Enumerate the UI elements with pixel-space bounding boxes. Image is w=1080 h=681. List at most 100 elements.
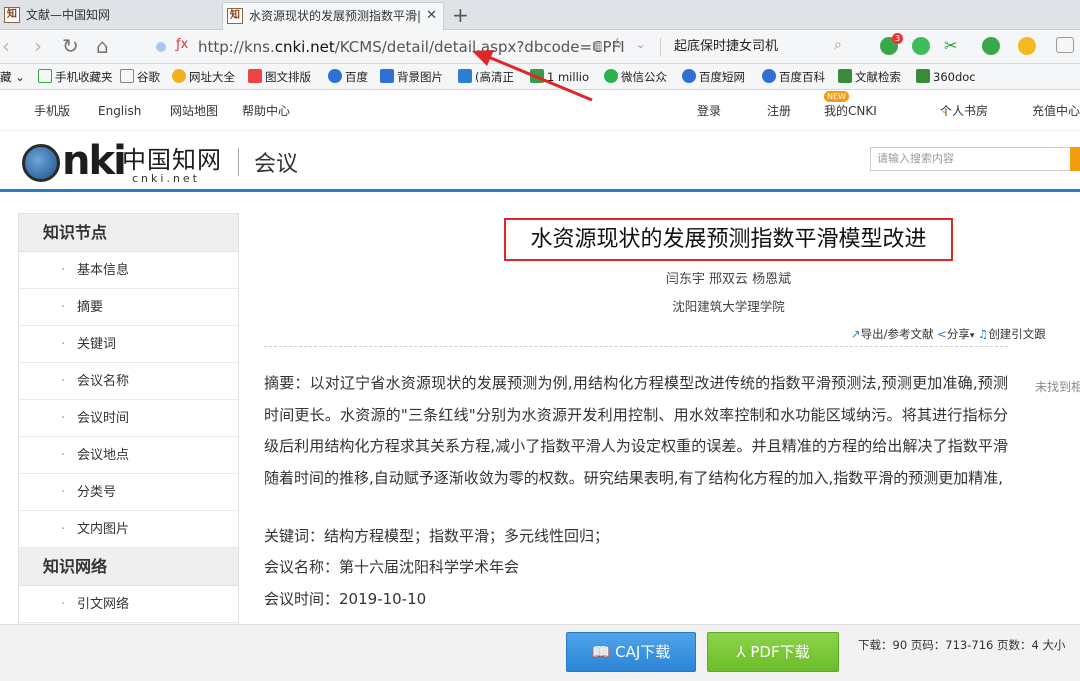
bookmark-item[interactable]: 360doc [916, 64, 976, 89]
sidebar-item-conf-time[interactable]: 会议时间 [19, 400, 238, 437]
scissors-icon[interactable]: ✂ [944, 36, 957, 55]
file-icon [120, 69, 134, 83]
bookmark-item[interactable]: 1 millio [530, 64, 589, 89]
bookmark-item[interactable]: (高清正 [458, 64, 514, 89]
article-institution[interactable]: 沈阳建筑大学理学院 [504, 297, 953, 317]
tab-label: 水资源现状的发展预测指数平滑| [249, 9, 422, 23]
sitemap-link[interactable]: 网站地图 [170, 91, 218, 131]
wechat-icon [604, 69, 618, 83]
bookmark-item[interactable]: 文献检索 [838, 64, 901, 89]
chevron-down-icon[interactable]: ⌄ [636, 38, 645, 51]
globe-logo-icon [22, 144, 60, 182]
bookmark-item[interactable]: 百度短网 [682, 64, 745, 89]
doc-icon [838, 69, 852, 83]
logo-cn-text: 中国知网 [122, 146, 222, 174]
tab-bar: 知文献—中国知网 知水资源现状的发展预测指数平滑| ✕ + [0, 0, 1080, 30]
notification-badge: 3 [892, 33, 903, 44]
sidebar-item-conf-location[interactable]: 会议地点 [19, 437, 238, 474]
url-path: /KCMS/detail/detail.aspx?dbcode=CPFI [334, 38, 625, 56]
bookmark-item[interactable]: 百度百科 [762, 64, 825, 89]
sidebar-item-keywords[interactable]: 关键词 [19, 326, 238, 363]
register-link[interactable]: 注册 [767, 91, 791, 131]
emoji-icon[interactable] [1018, 37, 1036, 55]
grid-icon[interactable]: ▦ [592, 39, 602, 52]
sidebar-item-classification[interactable]: 分类号 [19, 474, 238, 511]
search-button[interactable] [1070, 147, 1080, 171]
export-button[interactable]: 导出/参考文献 [861, 327, 934, 341]
help-link[interactable]: 帮助中心 [242, 91, 290, 131]
cite-button[interactable]: 创建引文跟 [988, 327, 1046, 341]
pdf-download-button[interactable]: ⅄ PDF下载 [707, 632, 839, 672]
english-link[interactable]: English [98, 91, 141, 131]
paw-icon [328, 69, 342, 83]
url-domain: cnki.net [274, 38, 335, 56]
bookmark-item[interactable]: 图文排版 [248, 64, 311, 89]
site-info-icon[interactable] [156, 42, 166, 52]
k-icon [380, 69, 394, 83]
sidebar-heading-knowledge-nodes: 知识节点 [19, 214, 238, 252]
conference-time: 会议时间：2019-10-10 [264, 590, 427, 608]
sidebar-item-citation-network[interactable]: 引文网络 [19, 586, 238, 623]
book-icon: 📖 [591, 643, 611, 661]
sidebar-item-basic-info[interactable]: 基本信息 [19, 252, 238, 289]
download-info: 下载：90 页码：713-716 页数：4 大小 [858, 638, 1066, 652]
bookmark-item[interactable]: 网址大全 [172, 64, 235, 89]
bookmark-item[interactable]: 藏 ⌄ [0, 64, 25, 89]
tool-icon [248, 69, 262, 83]
bookmark-item[interactable]: 手机收藏夹 [38, 64, 113, 89]
caj-download-button[interactable]: 📖 CAJ下载 [566, 632, 696, 672]
sidebar-item-abstract[interactable]: 摘要 [19, 289, 238, 326]
bookmark-item[interactable]: 谷歌 [120, 64, 160, 89]
back-icon[interactable]: ‹ [2, 34, 10, 58]
conference-name: 会议名称：第十六届沈阳科学学术年会 [264, 558, 520, 576]
share-button[interactable]: 分享 [947, 327, 970, 341]
tab-cnki-literature[interactable]: 知文献—中国知网 [0, 2, 210, 30]
cnki-logo[interactable]: nki 中国知网 cnki.net [22, 138, 227, 186]
recharge-link[interactable]: 充值中心 [1032, 91, 1080, 131]
site-search-input[interactable]: 请输入搜索内容 [870, 147, 1080, 171]
site-top-nav: 手机版 English 网站地图 帮助中心 登录 ⌄ 注册 我的CNKI NEW… [0, 91, 1080, 131]
share-icon: < [937, 327, 947, 341]
export-icon: ↗ [851, 327, 861, 341]
article-authors[interactable]: 闫东宇 邢双云 杨恩斌 [504, 270, 953, 290]
article-abstract: 摘要：以对辽宁省水资源现状的发展预测为例,用结构化方程模型改进传统的指数平滑预测… [264, 374, 1008, 487]
paw-icon [762, 69, 776, 83]
sidebar-item-figures[interactable]: 文内图片 [19, 511, 238, 548]
sidebar-item-conf-name[interactable]: 会议名称 [19, 363, 238, 400]
divider [660, 38, 661, 56]
mobile-link[interactable]: 手机版 [34, 91, 70, 131]
sidebar: 知识节点 基本信息 摘要 关键词 会议名称 会议时间 会议地点 分类号 文内图片… [18, 213, 239, 628]
lightning-icon[interactable]: ϟ [614, 37, 623, 52]
tab-article[interactable]: 知水资源现状的发展预测指数平滑| ✕ [222, 2, 444, 30]
account-icon[interactable] [1056, 37, 1074, 53]
browser-window: 知文献—中国知网 知水资源现状的发展预测指数平滑| ✕ + ‹ › ↻ ⌂ ƒx… [0, 0, 1080, 681]
close-tab-icon[interactable]: ✕ [426, 3, 437, 29]
insecure-icon[interactable]: ƒx [176, 37, 188, 52]
logo-net-text: cnki.net [132, 172, 200, 185]
header-divider [238, 148, 239, 176]
chevron-down-icon: ⌄ [940, 105, 949, 116]
cnki-favicon-icon: 知 [227, 8, 243, 24]
url-prefix: http://kns. [198, 38, 275, 56]
bookmark-item[interactable]: 百度 [328, 64, 368, 89]
doc-icon [916, 69, 930, 83]
bookmark-item[interactable]: 背景图片 [380, 64, 443, 89]
translate-icon[interactable] [982, 37, 1000, 55]
side-note: 未找到相 [1035, 380, 1080, 394]
bookmark-item[interactable]: 微信公众 [604, 64, 667, 89]
bell-icon: ♫ [978, 327, 989, 341]
extension-chat-icon[interactable] [912, 37, 930, 55]
globe-icon [172, 69, 186, 83]
search-icon[interactable]: ⌕ [834, 37, 842, 53]
new-badge: NEW [824, 91, 849, 102]
reload-icon[interactable]: ↻ [62, 34, 79, 58]
download-bar: 📖 CAJ下载 ⅄ PDF下载 下载：90 页码：713-716 页数：4 大小 [0, 624, 1080, 681]
forward-icon[interactable]: › [34, 34, 42, 58]
new-tab-button[interactable]: + [452, 2, 469, 28]
pdf-icon: ⅄ [736, 643, 746, 661]
section-title: 会议 [254, 152, 299, 177]
chevron-down-icon: ⌄ [697, 105, 706, 116]
navigation-bar: ‹ › ↻ ⌂ ƒx http://kns.cnki.net/KCMS/deta… [0, 30, 1080, 64]
home-icon[interactable]: ⌂ [96, 34, 109, 58]
cnki-favicon-icon: 知 [4, 7, 20, 23]
